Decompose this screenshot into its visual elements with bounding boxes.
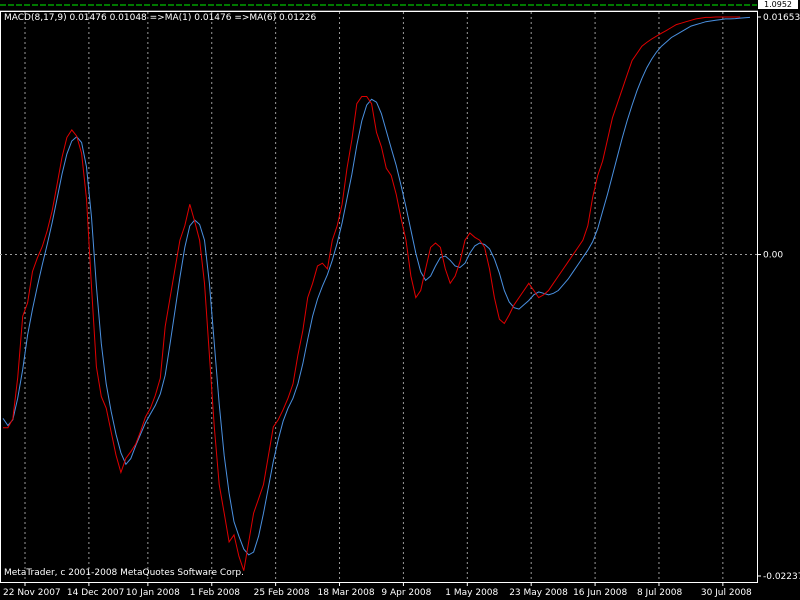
x-tick-label: 25 Feb 2008 <box>254 588 310 598</box>
signal-line <box>2 16 751 556</box>
top-price-label: 1.0952 <box>758 0 798 9</box>
x-tick-label: 1 May 2008 <box>445 588 498 598</box>
x-tick-label: 16 Jun 2008 <box>573 588 627 598</box>
y-tick-label: 0.01653 <box>763 13 800 23</box>
copyright-text: MetaTrader, c 2001-2008 MetaQuotes Softw… <box>4 568 244 578</box>
x-tick-label: 22 Nov 2007 <box>3 588 61 598</box>
y-tick-label: 0.00 <box>763 251 783 261</box>
x-tick-label: 1 Feb 2008 <box>190 588 241 598</box>
x-tick-label: 10 Jan 2008 <box>126 588 180 598</box>
x-axis: 22 Nov 2007 14 Dec 2007 10 Jan 2008 1 Feb 2… <box>3 582 752 598</box>
x-tick-label: 18 Mar 2008 <box>318 588 375 598</box>
x-tick-label: 9 Apr 2008 <box>381 588 431 598</box>
vertical-grid <box>24 12 724 582</box>
y-axis: 0.01653 0.00 -0.02237 <box>757 13 800 582</box>
macd-chart: 0.01653 0.00 -0.02237 22 Nov 2007 14 Dec 20… <box>0 0 800 598</box>
indicator-label: MACD(8,17,9) 0.01476 0.01048 =>MA(1) 0.0… <box>4 13 317 23</box>
plot-frame <box>0 11 758 583</box>
x-tick-label: 8 Jul 2008 <box>637 588 682 598</box>
y-tick-label: -0.02237 <box>763 572 800 582</box>
x-tick-label: 23 May 2008 <box>509 588 568 598</box>
x-tick-label: 30 Jul 2008 <box>701 588 752 598</box>
x-tick-label: 14 Dec 2007 <box>67 588 125 598</box>
